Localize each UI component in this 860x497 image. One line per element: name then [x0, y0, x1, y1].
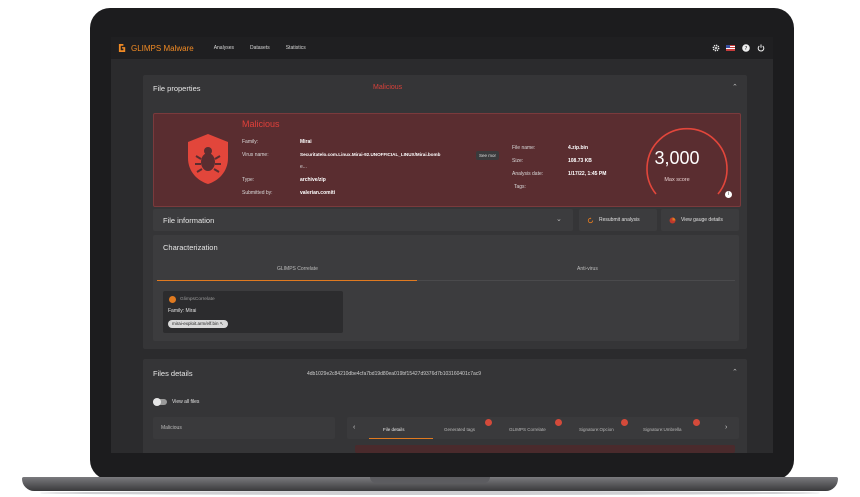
tags-label: Tags:	[514, 184, 526, 190]
see-more-button[interactable]: See mor	[476, 151, 500, 160]
date-value: 1/17/22, 1:45 PM	[568, 171, 607, 177]
submitted-value: valerian.comiti	[300, 190, 336, 196]
engine-name: GlimpsCorrelate	[180, 297, 215, 302]
files-collapse-chevron-icon[interactable]: ⌃	[732, 368, 738, 376]
view-gauge-details-button[interactable]: View gauge details	[661, 209, 739, 231]
file-details-tab-indicator	[369, 438, 433, 439]
tabs-next-icon[interactable]: ›	[725, 424, 727, 431]
view-all-label: View all files	[172, 399, 200, 405]
gauge-icon	[669, 217, 676, 223]
virus-value: Securitatelo.com.Linux.Mirai-92.UNOFFICI…	[300, 152, 441, 157]
tab-divider	[417, 280, 735, 281]
svg-text:?: ?	[744, 46, 747, 52]
file-information-title: File information	[163, 216, 215, 225]
tab-anti-virus[interactable]: Anti-virus	[577, 266, 598, 272]
type-value: archive/zip	[300, 177, 326, 183]
view-gauge-details-label: View gauge details	[681, 217, 723, 223]
info-icon[interactable]: i	[725, 191, 732, 198]
active-tab-indicator	[157, 280, 417, 281]
top-icons: ?	[705, 43, 765, 52]
laptop-shadow	[40, 491, 820, 495]
size-value: 108.73 KB	[568, 158, 592, 164]
file-information-bar[interactable]	[153, 209, 573, 231]
score-label: Max score	[664, 177, 690, 183]
gear-icon[interactable]	[711, 43, 720, 52]
filename-value: 4.zip.bin	[568, 145, 588, 151]
resubmit-analysis-button[interactable]: Resubmit analysis	[579, 209, 657, 231]
glimps-logo-icon	[118, 43, 126, 53]
type-label: Type:	[242, 177, 255, 183]
brand[interactable]: GLIMPS Malware	[118, 43, 194, 53]
tab-file-details[interactable]: File details	[383, 427, 405, 432]
app-screen: GLIMPS Malware Analyses Datasets Statist…	[111, 37, 773, 453]
correlate-result-card: GlimpsCorrelate Family: Mirai mirai-expl…	[163, 291, 343, 333]
tab-glimps-correlate-details[interactable]: GLIMPS Correlate	[509, 427, 546, 432]
sample-chip[interactable]: mirai-exploit.arm/elf.bin ↖	[168, 320, 228, 328]
files-details-title: Files details	[153, 369, 193, 378]
main-nav: Analyses Datasets Statistics	[214, 45, 322, 51]
nav-datasets[interactable]: Datasets	[250, 45, 270, 51]
tab-glimps-correlate[interactable]: GLIMPS Correlate	[277, 266, 318, 272]
top-bar: GLIMPS Malware Analyses Datasets Statist…	[111, 37, 773, 59]
family-value: Mirai	[300, 139, 312, 145]
filename-label: File name:	[512, 145, 536, 151]
virus-label: Virus name:	[242, 152, 269, 158]
details-content-strip	[355, 445, 735, 453]
resubmit-analysis-label: Resubmit analysis	[599, 217, 640, 223]
verdict-title: Malicious	[242, 119, 280, 129]
file-properties-title: File properties	[153, 84, 201, 93]
size-label: Size:	[512, 158, 524, 164]
tab-signature-umbrella[interactable]: Signature:Umbrella	[643, 427, 682, 432]
file-hash: 4db1029e2c84210dbe4cfa7bd19d80ea019bf154…	[307, 371, 482, 377]
nav-analyses[interactable]: Analyses	[214, 45, 234, 51]
malicious-filter-label: Malicious	[161, 425, 182, 431]
flag-icon[interactable]	[726, 43, 735, 52]
signature-umbrella-badge	[693, 419, 700, 426]
sample-chip-label: mirai-exploit.arm/elf.bin	[172, 321, 219, 326]
signature-opcion-badge	[621, 419, 628, 426]
virus-ellipsis: e...	[300, 164, 307, 170]
app-name: GLIMPS Malware	[131, 43, 194, 53]
expand-chevron-icon[interactable]: ⌄	[556, 215, 562, 223]
engine-icon	[169, 296, 176, 303]
correlate-family: Family: Mirai	[168, 308, 197, 314]
score-value: 3,000	[654, 148, 700, 168]
family-label: Family:	[242, 139, 259, 145]
bug-shield-icon	[188, 134, 228, 184]
characterization-title: Characterization	[163, 243, 218, 252]
date-label: Analysis date:	[512, 171, 544, 177]
submitted-label: Submitted by:	[242, 190, 273, 196]
verdict-header: Malicious	[373, 84, 403, 91]
power-icon[interactable]	[756, 43, 765, 52]
tab-generated-tags[interactable]: Generated tags	[444, 427, 475, 432]
correlate-badge	[555, 419, 562, 426]
laptop-notch	[370, 477, 490, 483]
generated-tags-badge	[485, 419, 492, 426]
tab-signature-opcion[interactable]: Signature:Opcion	[579, 427, 614, 432]
help-icon[interactable]: ?	[741, 43, 750, 52]
toggle-knob	[153, 398, 161, 406]
collapse-chevron-icon[interactable]: ⌃	[732, 83, 738, 91]
refresh-icon	[587, 216, 594, 223]
tabs-prev-icon[interactable]: ‹	[353, 424, 355, 431]
nav-statistics[interactable]: Statistics	[286, 45, 306, 51]
